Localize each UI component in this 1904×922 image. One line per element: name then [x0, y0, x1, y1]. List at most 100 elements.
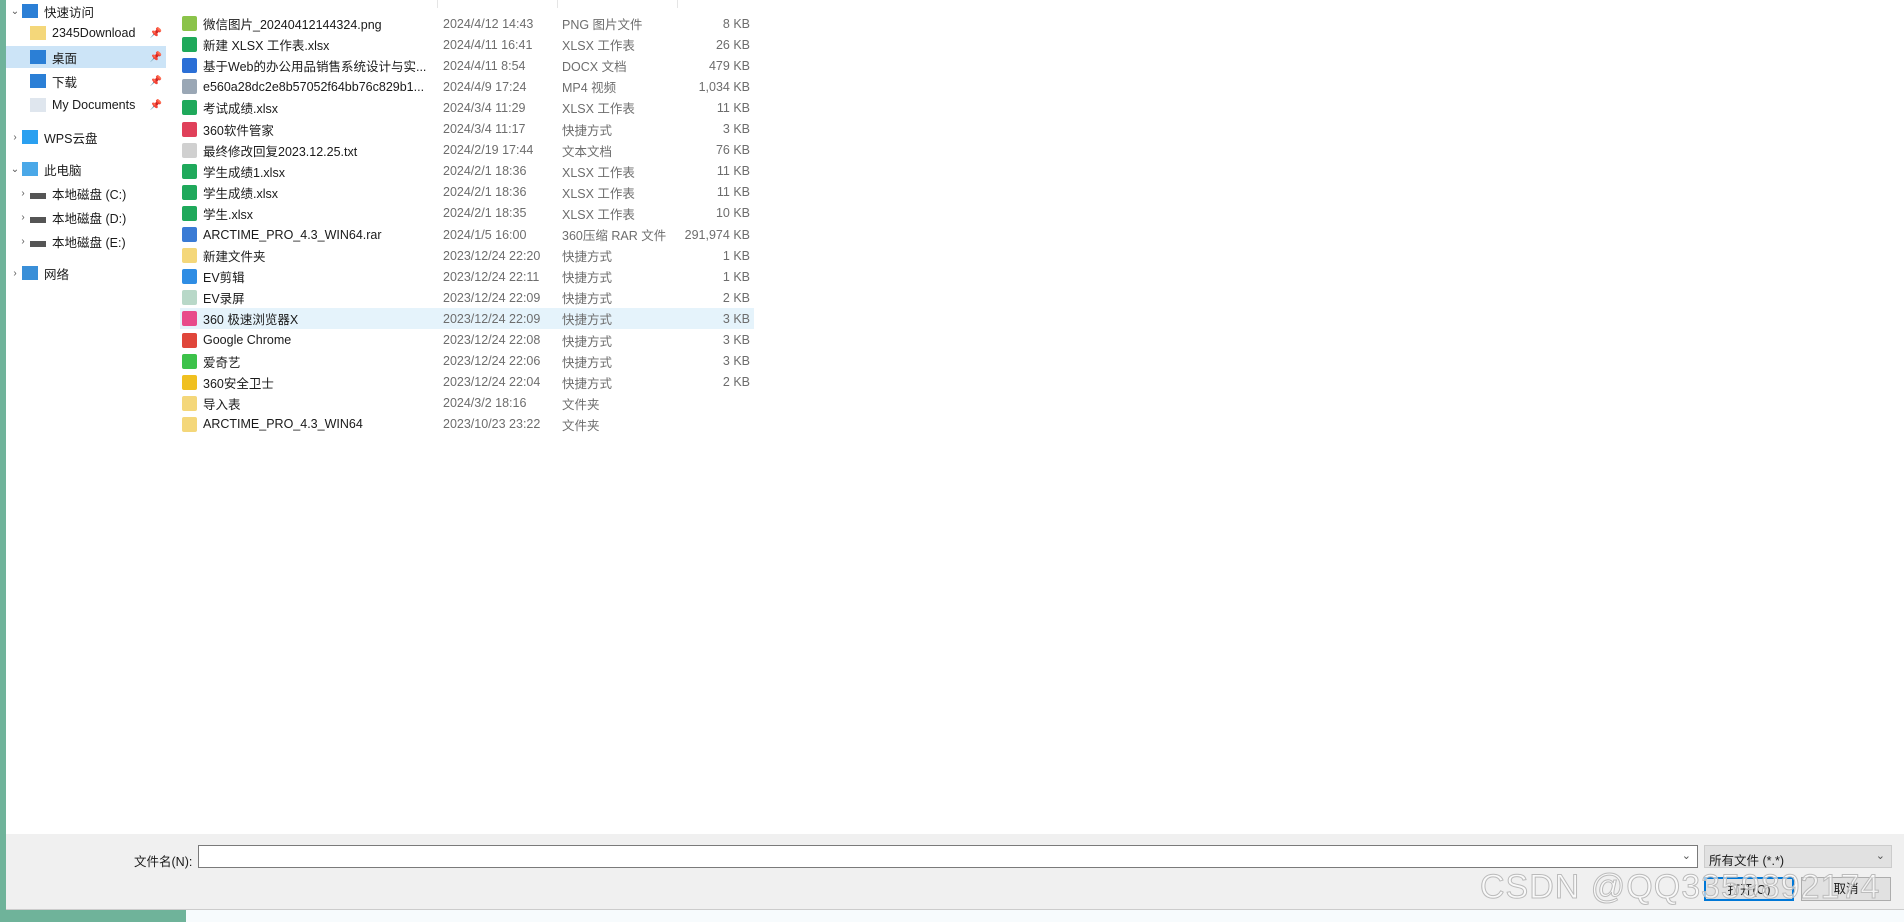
file-icon	[182, 269, 197, 285]
file-size: 8 KB	[722, 16, 750, 31]
sidebar-item[interactable]: › WPS云盘	[6, 126, 166, 148]
column-divider[interactable]	[557, 0, 558, 8]
file-name: 学生成绩1.xlsx	[203, 165, 285, 180]
file-name: 考试成绩.xlsx	[203, 102, 279, 117]
file-icon	[182, 16, 197, 31]
file-row[interactable]: EV剪辑 2023/12/24 22:11 快捷方式 1 KB	[180, 266, 754, 287]
file-type: XLSX 工作表	[562, 165, 635, 180]
file-date: 2024/2/1 18:36	[443, 185, 527, 200]
file-row[interactable]: 考试成绩.xlsx 2024/3/4 11:29 XLSX 工作表 11 KB	[180, 97, 754, 118]
file-date: 2023/12/24 22:08	[443, 333, 541, 347]
file-row[interactable]: 新建 XLSX 工作表.xlsx 2024/4/11 16:41 XLSX 工作…	[180, 34, 754, 55]
sidebar-item[interactable]: 下载 📌	[6, 70, 166, 92]
file-type: 360压缩 RAR 文件	[562, 229, 667, 243]
file-name: EV录屏	[203, 292, 245, 307]
sidebar-item[interactable]: › 本地磁盘 (E:)	[6, 230, 166, 252]
file-type: 文件夹	[562, 397, 600, 412]
file-size: 11 KB	[716, 185, 750, 200]
file-row[interactable]: 导入表 2024/3/2 18:16 文件夹	[180, 393, 754, 414]
sidebar-item[interactable]: › 本地磁盘 (C:)	[6, 182, 166, 204]
file-icon	[182, 142, 197, 158]
file-row[interactable]: 爱奇艺 2023/12/24 22:06 快捷方式 3 KB	[180, 351, 754, 372]
file-date: 2024/4/11 16:41	[443, 37, 533, 52]
file-size: 76 KB	[715, 143, 750, 158]
file-size: 11 KB	[716, 100, 750, 115]
file-row[interactable]: 学生.xlsx 2024/2/1 18:35 XLSX 工作表 10 KB	[180, 203, 754, 224]
filename-input[interactable]: ⌄	[198, 845, 1698, 868]
network-icon	[22, 266, 38, 280]
file-type: 快捷方式	[562, 123, 613, 138]
file-row[interactable]: Google Chrome 2023/12/24 22:08 快捷方式 3 KB	[180, 330, 754, 351]
file-icon	[182, 290, 197, 306]
file-row[interactable]: ARCTIME_PRO_4.3_WIN64 2023/10/23 23:22 文…	[180, 414, 754, 435]
column-divider[interactable]	[437, 0, 438, 8]
chevron-down-icon[interactable]: ⌄	[8, 164, 22, 175]
file-icon	[182, 58, 197, 74]
sidebar-item-label: 本地磁盘 (D:)	[52, 211, 127, 226]
file-row[interactable]: 最终修改回复2023.12.25.txt 2024/2/19 17:44 文本文…	[180, 140, 754, 161]
file-size: 11 KB	[716, 164, 750, 179]
chevron-right-icon[interactable]: ›	[8, 268, 22, 279]
file-size: 3 KB	[722, 122, 750, 136]
file-row[interactable]: 360安全卫士 2023/12/24 22:04 快捷方式 2 KB	[180, 372, 754, 393]
file-row[interactable]: ARCTIME_PRO_4.3_WIN64.rar 2024/1/5 16:00…	[180, 224, 754, 245]
cloud-icon	[22, 130, 38, 144]
file-type: 快捷方式	[562, 313, 613, 328]
sidebar-item-label: 下载	[52, 75, 78, 90]
sidebar-item[interactable]: › 网络	[6, 262, 166, 284]
file-type: 快捷方式	[562, 355, 613, 370]
file-date: 2024/2/1 18:35	[443, 206, 527, 221]
sidebar-item[interactable]: 2345Download 📌	[6, 22, 166, 44]
sidebar-item[interactable]: ⌄ 快速访问	[6, 0, 166, 22]
file-name: 360安全卫士	[203, 376, 274, 391]
chevron-right-icon[interactable]: ›	[16, 212, 30, 223]
chevron-right-icon[interactable]: ›	[8, 132, 22, 143]
file-row[interactable]: e560a28dc2e8b57052f64bb76c829b1... 2024/…	[180, 76, 754, 97]
file-icon	[182, 184, 197, 200]
file-type: 快捷方式	[562, 250, 613, 265]
file-size: 1 KB	[722, 269, 750, 284]
file-icon	[182, 163, 197, 179]
file-row[interactable]: 360 极速浏览器X 2023/12/24 22:09 快捷方式 3 KB	[180, 308, 754, 330]
file-row[interactable]: 学生成绩.xlsx 2024/2/1 18:36 XLSX 工作表 11 KB	[180, 182, 754, 203]
file-size: 291,974 KB	[684, 227, 750, 242]
file-date: 2024/2/1 18:36	[443, 164, 527, 179]
file-row[interactable]: 微信图片_20240412144324.png 2024/4/12 14:43 …	[180, 13, 754, 34]
chevron-right-icon[interactable]: ›	[16, 188, 30, 199]
file-date: 2023/12/24 22:20	[443, 248, 541, 263]
sidebar-item[interactable]: ⌄ 此电脑	[6, 158, 166, 180]
taskbar-strip	[0, 910, 186, 922]
file-name: 爱奇艺	[203, 355, 241, 370]
file-date: 2024/1/5 16:00	[443, 227, 527, 242]
sidebar-item[interactable]: My Documents 📌	[6, 94, 166, 116]
chevron-down-icon[interactable]: ⌄	[1682, 849, 1691, 862]
pin-icon: 📌	[149, 99, 162, 111]
file-row[interactable]: 基于Web的办公用品销售系统设计与实... 2024/4/11 8:54 DOC…	[180, 55, 754, 76]
file-size: 1 KB	[722, 248, 750, 263]
computer-icon	[22, 162, 38, 176]
file-name: ARCTIME_PRO_4.3_WIN64	[203, 417, 363, 432]
file-size: 3 KB	[722, 354, 750, 369]
file-icon	[182, 37, 197, 53]
sidebar-item[interactable]: › 本地磁盘 (D:)	[6, 206, 166, 228]
chevron-down-icon[interactable]: ⌄	[8, 6, 22, 17]
file-name: 最终修改回复2023.12.25.txt	[203, 144, 358, 159]
sidebar-item[interactable]: 桌面 📌	[6, 46, 166, 68]
chevron-right-icon[interactable]: ›	[16, 236, 30, 247]
file-row[interactable]: EV录屏 2023/12/24 22:09 快捷方式 2 KB	[180, 287, 754, 308]
file-name: 学生成绩.xlsx	[203, 186, 279, 201]
column-divider[interactable]	[677, 0, 678, 8]
file-date: 2024/2/19 17:44	[443, 143, 534, 158]
file-date: 2024/3/4 11:29	[443, 100, 526, 115]
file-type: XLSX 工作表	[562, 39, 635, 54]
file-icon	[182, 121, 197, 137]
filetype-select[interactable]: 所有文件 (*.*) ⌄	[1704, 845, 1892, 868]
file-row[interactable]: 360软件管家 2024/3/4 11:17 快捷方式 3 KB	[180, 119, 754, 140]
file-date: 2023/10/23 23:22	[443, 417, 541, 432]
file-row[interactable]: 学生成绩1.xlsx 2024/2/1 18:36 XLSX 工作表 11 KB	[180, 161, 754, 182]
watermark: CSDN @QQ3359892174	[1479, 868, 1881, 907]
file-type: 快捷方式	[562, 271, 613, 286]
file-type: 文本文档	[562, 144, 613, 159]
chevron-down-icon: ⌄	[1875, 850, 1885, 862]
file-row[interactable]: 新建文件夹 2023/12/24 22:20 快捷方式 1 KB	[180, 245, 754, 266]
